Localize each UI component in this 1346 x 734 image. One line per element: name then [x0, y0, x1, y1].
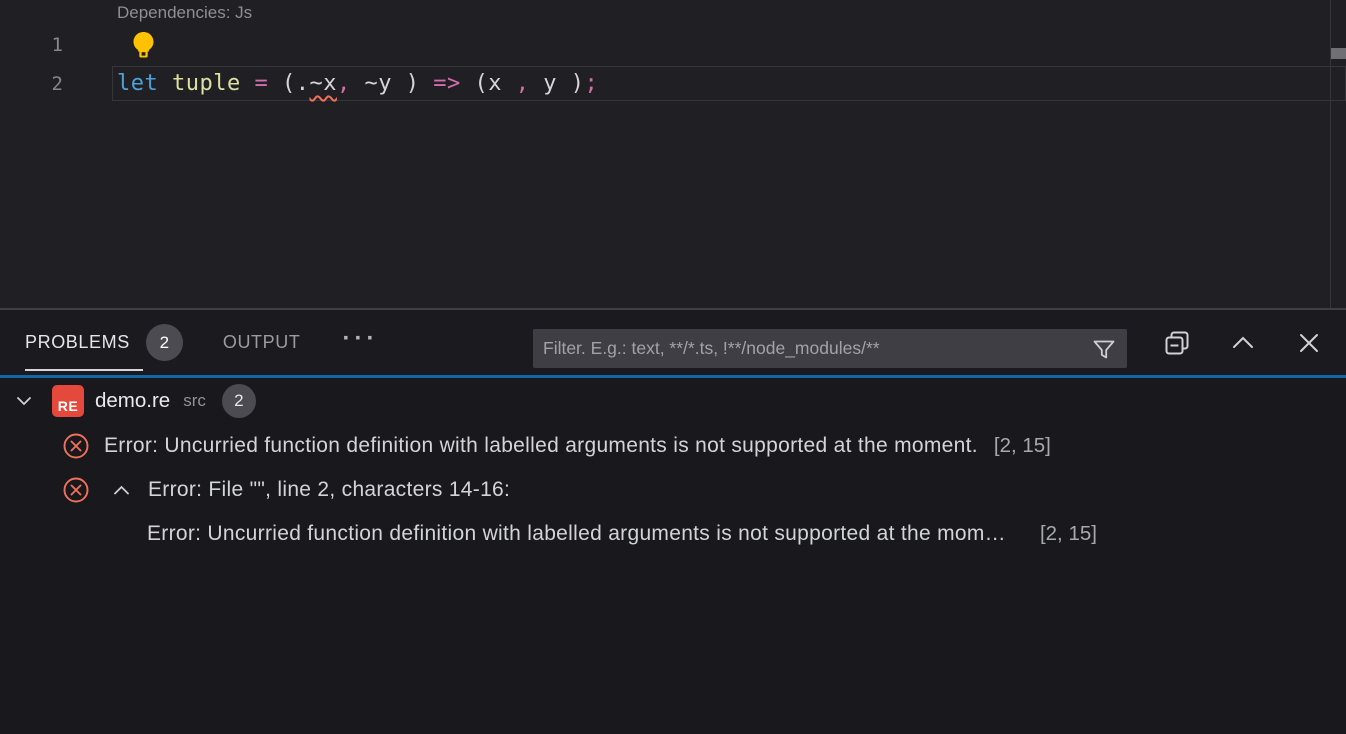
problem-position: [2, 15]: [994, 434, 1051, 458]
chevron-down-icon[interactable]: [13, 390, 35, 412]
error-icon: [62, 432, 90, 460]
scrollbar-handle[interactable]: [1331, 48, 1346, 59]
problem-related-row[interactable]: Error: Uncurried function definition wit…: [0, 512, 1346, 556]
panel-action-buttons: [1162, 310, 1324, 375]
problem-file-row[interactable]: RE demo.re src 2: [0, 378, 1346, 424]
chevron-up-icon: [1234, 338, 1252, 347]
more-tabs-button[interactable]: ···: [342, 329, 378, 357]
collapse-chevron-icon[interactable]: [109, 478, 134, 503]
tab-problems[interactable]: PROBLEMS 2: [25, 324, 183, 361]
maximize-panel-button[interactable]: [1228, 328, 1258, 358]
close-icon: [1301, 335, 1317, 351]
problem-message: Error: Uncurried function definition wit…: [147, 522, 1006, 546]
file-problem-count-badge: 2: [222, 384, 256, 418]
problems-filter-box[interactable]: [533, 329, 1127, 368]
problems-count-badge: 2: [146, 324, 183, 361]
problem-position: [2, 15]: [1040, 522, 1097, 546]
problem-message: Error: File "", line 2, characters 14-16…: [148, 478, 510, 502]
problem-message: Error: Uncurried function definition wit…: [104, 434, 978, 458]
file-name: demo.re: [95, 389, 170, 413]
code-token-arrow: =>: [433, 71, 461, 96]
problem-row[interactable]: Error: Uncurried function definition wit…: [0, 424, 1346, 468]
code-token-function-name: tuple: [172, 71, 241, 96]
panel-header: PROBLEMS 2 OUTPUT ···: [0, 310, 1346, 375]
panel-tabs: PROBLEMS 2 OUTPUT ···: [25, 310, 378, 375]
code-token-operator: =: [254, 71, 268, 96]
problems-tree: RE demo.re src 2 Error: Uncurried functi…: [0, 378, 1346, 734]
tab-output-label: OUTPUT: [223, 332, 301, 353]
file-path: src: [183, 391, 206, 411]
line-number-1: 1: [0, 34, 63, 56]
problems-filter-input[interactable]: [543, 338, 1091, 359]
code-editor[interactable]: Dependencies: Js 1 2 let tuple = (.~x, ~…: [0, 0, 1346, 308]
filter-funnel-icon[interactable]: [1091, 336, 1117, 362]
close-panel-button[interactable]: [1294, 328, 1324, 358]
code-token-keyword: let: [117, 71, 158, 96]
reason-file-icon: RE: [52, 385, 84, 417]
active-tab-underline: [25, 369, 143, 371]
lightbulb-icon[interactable]: [131, 31, 156, 58]
code-token-error-squiggle: ~x: [309, 71, 337, 96]
scrollbar-track: [1330, 0, 1331, 308]
tab-output[interactable]: OUTPUT: [223, 332, 301, 353]
error-icon: [62, 476, 90, 504]
code-line-current[interactable]: let tuple = (.~x, ~y ) => (x , y );: [112, 66, 1346, 101]
line-number-2: 2: [0, 73, 63, 95]
tab-problems-label: PROBLEMS: [25, 332, 130, 353]
restore-panel-button[interactable]: [1162, 328, 1192, 358]
problem-row[interactable]: Error: File "", line 2, characters 14-16…: [0, 468, 1346, 512]
codelens-link[interactable]: Dependencies: Js: [117, 3, 252, 23]
